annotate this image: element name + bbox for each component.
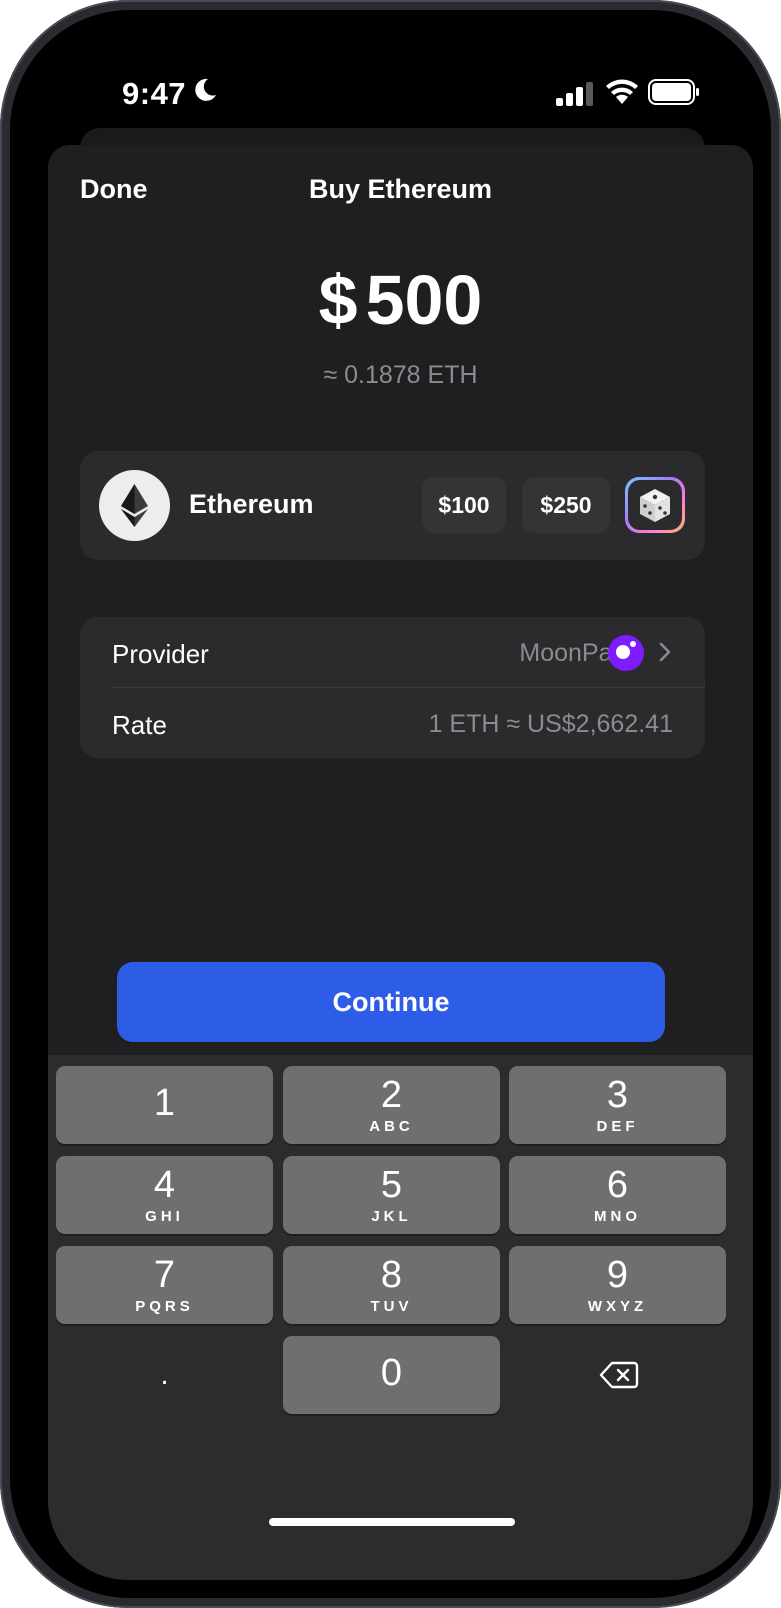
key-4[interactable]: 4 GHI	[56, 1156, 273, 1234]
key-letters: MNO	[594, 1208, 641, 1225]
backspace-icon	[599, 1361, 639, 1389]
provider-label: Provider	[112, 639, 209, 669]
divider	[112, 687, 705, 688]
crypto-equivalent: ≈ 0.1878 ETH	[323, 361, 478, 389]
key-letters: WXYZ	[587, 1298, 648, 1315]
key-letters: JKL	[371, 1208, 412, 1225]
screen: 9:47 Done Buy Ethereum $ 500 ≈ 0.1878 ET…	[48, 48, 753, 1580]
key-digit: 9	[606, 1254, 629, 1296]
key-digit: 3	[606, 1074, 629, 1116]
key-letters: DEF	[596, 1118, 639, 1135]
moonpay-logo-moon	[616, 645, 630, 659]
amount-display: $500	[48, 260, 753, 340]
key-3[interactable]: 3 DEF	[509, 1066, 726, 1144]
device-frame: 9:47 Done Buy Ethereum $ 500 ≈ 0.1878 ET…	[0, 0, 781, 1608]
cellular-signal-icon	[556, 82, 593, 106]
key-letters: TUV	[370, 1298, 413, 1315]
key-9[interactable]: 9 WXYZ	[509, 1246, 726, 1324]
ethereum-icon	[99, 470, 170, 541]
key-digit: 2	[380, 1074, 403, 1116]
moonpay-logo-dot	[630, 641, 636, 647]
status-time: 9:47	[122, 76, 187, 111]
wifi-icon	[606, 79, 638, 104]
rate-label: Rate	[112, 710, 167, 740]
key-decimal[interactable]: .	[56, 1336, 273, 1414]
key-2[interactable]: 2 ABC	[283, 1066, 500, 1144]
amount-value: 500	[365, 261, 483, 339]
battery-icon	[648, 79, 699, 105]
key-digit: 6	[606, 1164, 629, 1206]
quick-amount-250-button[interactable]: $250	[522, 477, 610, 533]
dice-icon	[640, 489, 670, 522]
asset-selector[interactable]: Ethereum $100 $250	[80, 451, 705, 560]
key-letters: GHI	[145, 1208, 184, 1225]
key-8[interactable]: 8 TUV	[283, 1246, 500, 1324]
asset-name: Ethereum	[189, 489, 314, 519]
key-5[interactable]: 5 JKL	[283, 1156, 500, 1234]
rate-value: 1 ETH ≈ US$2,662.41	[428, 710, 673, 738]
key-digit: 8	[380, 1254, 403, 1296]
continue-button[interactable]: Continue	[117, 962, 665, 1042]
key-letters: ABC	[369, 1118, 414, 1135]
dice-button-face	[628, 480, 682, 530]
key-7[interactable]: 7 PQRS	[56, 1246, 273, 1324]
page-title: Buy Ethereum	[308, 174, 493, 204]
key-1[interactable]: 1	[56, 1066, 273, 1144]
key-digit: 0	[380, 1352, 403, 1394]
key-digit: 4	[153, 1164, 176, 1206]
numeric-keypad: 1 2 ABC 3 DEF 4 GHI 5 JKL 6 MNO 7 PQRS 8 TUV 9 W…	[48, 1055, 753, 1580]
key-backspace[interactable]	[509, 1336, 726, 1414]
home-indicator[interactable]	[269, 1518, 515, 1526]
random-amount-button[interactable]	[625, 477, 685, 533]
currency-symbol: $	[318, 261, 358, 339]
device-bezel: 9:47 Done Buy Ethereum $ 500 ≈ 0.1878 ET…	[10, 10, 771, 1598]
quick-amount-100-button[interactable]: $100	[422, 477, 506, 533]
key-6[interactable]: 6 MNO	[509, 1156, 726, 1234]
order-details: Provider MoonPay Rate 1 ETH ≈ US$2,662.4…	[80, 617, 705, 758]
moon-icon	[195, 78, 216, 101]
key-digit: 7	[153, 1254, 176, 1296]
moonpay-logo-icon	[608, 635, 644, 671]
chevron-right-icon[interactable]	[656, 640, 674, 664]
key-0[interactable]: 0	[283, 1336, 500, 1414]
key-letters: PQRS	[135, 1298, 194, 1315]
key-digit: 5	[380, 1164, 403, 1206]
key-digit: 1	[153, 1082, 176, 1124]
ethereum-logo	[121, 484, 148, 527]
